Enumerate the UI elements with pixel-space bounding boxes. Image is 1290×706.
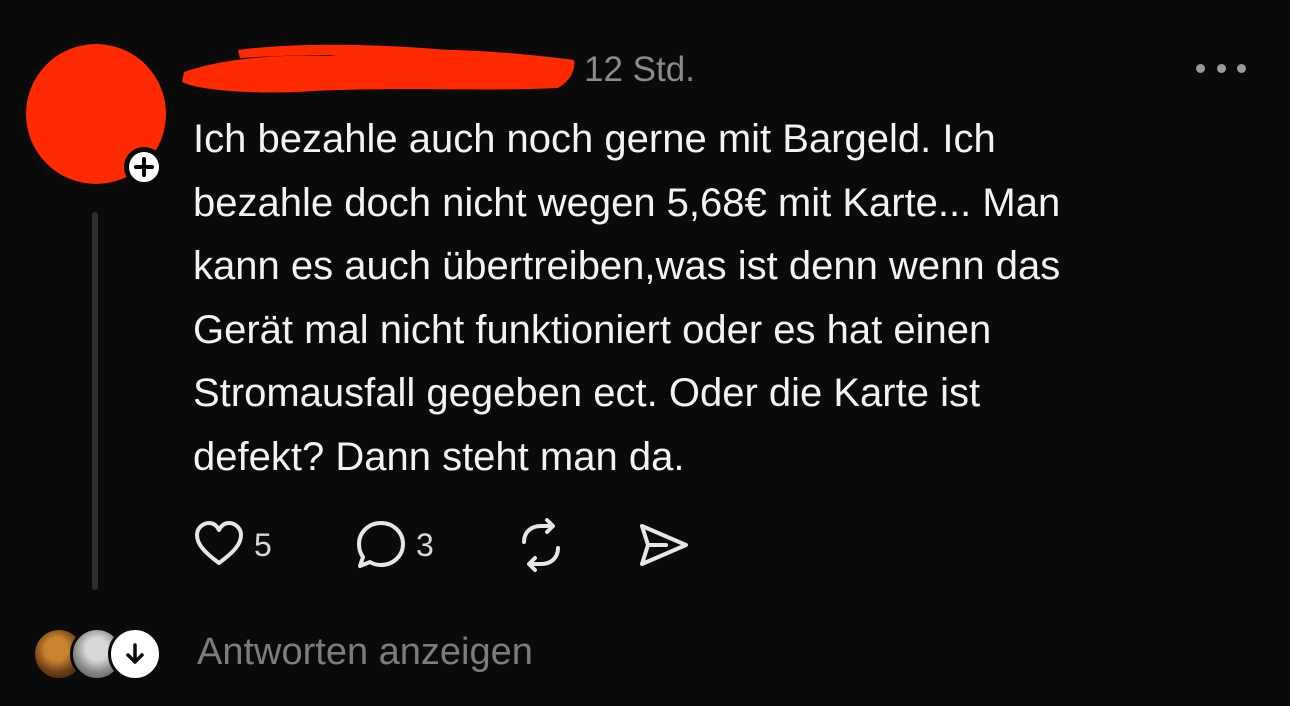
reply-avatars[interactable]	[32, 627, 162, 681]
more-dot-icon	[1196, 63, 1205, 73]
like-count: 5	[254, 526, 272, 563]
heart-icon	[195, 521, 243, 565]
more-dot-icon	[1237, 63, 1246, 73]
more-dot-icon	[1216, 63, 1226, 73]
plus-icon	[134, 157, 154, 177]
share-button[interactable]	[636, 518, 690, 572]
redacted-username	[182, 44, 575, 93]
like-button[interactable]: 5	[192, 518, 272, 572]
more-options-button[interactable]	[1196, 56, 1246, 80]
show-replies-link[interactable]: Antworten anzeigen	[197, 630, 533, 674]
send-icon	[640, 524, 688, 566]
speech-bubble-icon	[357, 521, 405, 568]
arrow-down-icon	[126, 643, 144, 664]
repost-icon	[522, 518, 560, 572]
expand-replies-button[interactable]	[108, 627, 162, 681]
thread-line	[92, 212, 98, 590]
reply-button[interactable]: 3	[354, 518, 434, 572]
reply-count: 3	[416, 526, 434, 563]
post-timestamp: 12 Std.	[584, 50, 695, 89]
follow-button[interactable]	[124, 147, 164, 187]
repost-button[interactable]	[514, 518, 568, 572]
post-text: Ich bezahle auch noch gerne mit Bargeld.…	[193, 117, 1061, 479]
